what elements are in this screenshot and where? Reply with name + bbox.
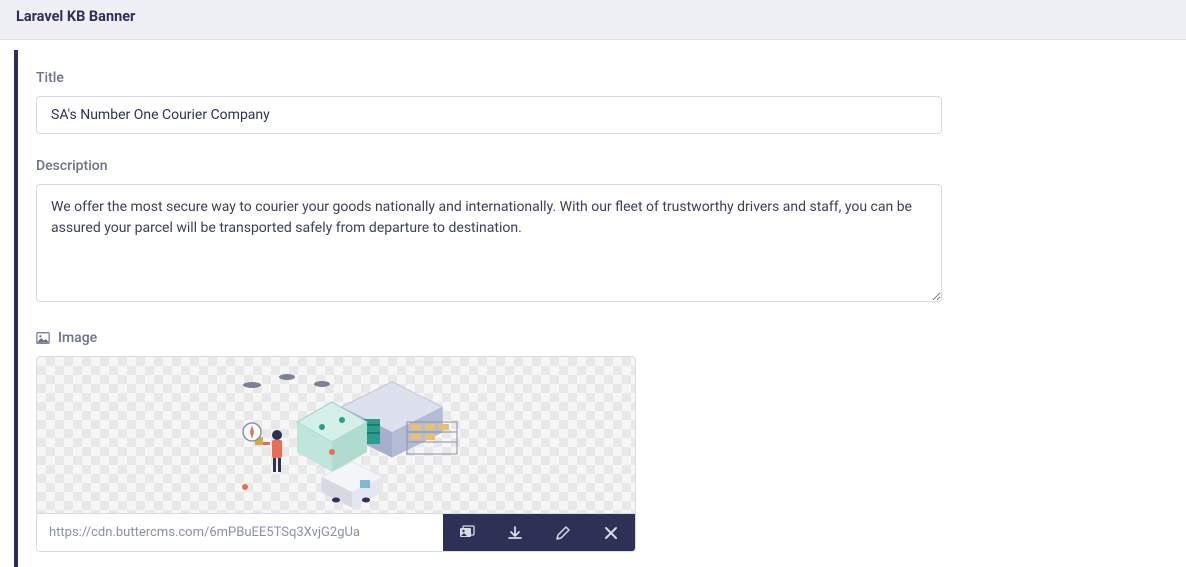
description-label: Description [36,158,942,174]
image-toolbar-buttons [443,514,635,551]
image-icon [36,331,50,345]
content-area: Title Description Image [0,40,1186,567]
section-title: Laravel KB Banner [16,0,135,25]
title-field-group: Title [36,70,942,134]
edit-image-button[interactable] [539,514,587,552]
section-header: Laravel KB Banner [0,0,1186,40]
image-preview[interactable] [37,357,635,513]
title-input[interactable] [36,96,942,134]
remove-image-button[interactable] [587,514,635,552]
image-field-group: Image [36,330,942,552]
description-input[interactable] [36,184,942,302]
replace-image-button[interactable] [443,514,491,552]
image-toolbar: https://cdn.buttercms.com/6mPBuEE5TSq3Xv… [37,513,635,551]
left-accent-bar [14,50,32,567]
image-label-text: Image [58,330,97,346]
courier-illustration [237,367,487,507]
image-container: https://cdn.buttercms.com/6mPBuEE5TSq3Xv… [36,356,636,552]
edit-icon [555,525,571,541]
download-icon [507,525,523,541]
media-icon [459,525,475,541]
download-image-button[interactable] [491,514,539,552]
close-icon [603,525,619,541]
form-body: Title Description Image [32,40,972,567]
image-url-display: https://cdn.buttercms.com/6mPBuEE5TSq3Xv… [37,514,443,551]
description-field-group: Description [36,158,942,306]
image-label: Image [36,330,942,346]
title-label: Title [36,70,942,86]
